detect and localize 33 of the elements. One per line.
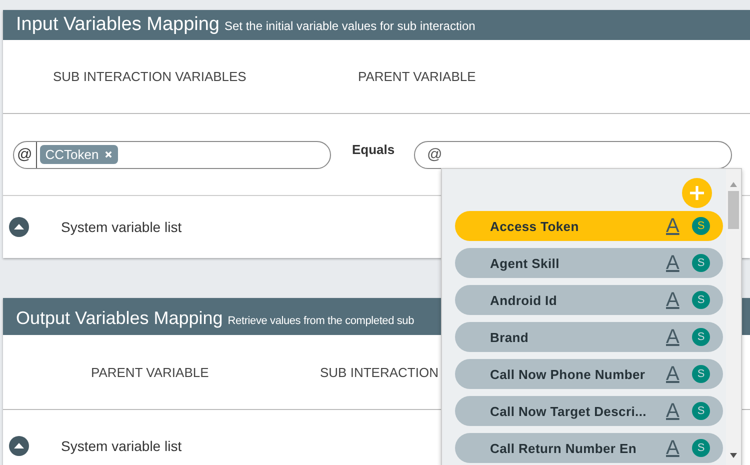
system-badge: S: [692, 328, 710, 346]
option-label: Agent Skill: [490, 256, 560, 270]
column-heading: SUB INTERACTION VARIABLES: [53, 69, 248, 84]
panel-subtitle: Set the initial variable values for sub interaction: [224, 18, 476, 35]
column-heading: PARENT VARIABLE: [358, 69, 476, 84]
at-prefix: @: [14, 142, 38, 168]
panel-title: Output Variables Mapping: [16, 307, 223, 330]
column-heading: PARENT VARIABLE: [91, 364, 210, 380]
option-label: Call Now Phone Number: [490, 366, 646, 382]
operator-label: Equals: [352, 142, 396, 157]
text-type-icon: A: [666, 214, 692, 238]
option-label: Brand: [490, 330, 530, 344]
tag-label: CCToken: [45, 147, 99, 162]
text-type-icon: A: [666, 288, 692, 312]
option-label: Android Id: [490, 292, 558, 308]
text-type-icon: A: [666, 252, 692, 274]
system-badge: S: [692, 217, 710, 235]
system-badge: S: [692, 254, 710, 272]
panel-title: Input Variables Mapping: [16, 13, 220, 37]
text-type-icon: A: [666, 326, 692, 348]
text-type-icon: A: [666, 400, 692, 422]
option-label: Call Now Target Descri...: [490, 404, 648, 418]
text-type-icon: A: [666, 436, 692, 460]
system-badge: S: [692, 402, 710, 420]
option-label: Call Return Number En: [490, 440, 638, 456]
column-heading: SUB INTERACTION: [320, 364, 438, 380]
system-badge: S: [692, 291, 710, 309]
system-badge: S: [692, 439, 710, 457]
panel-subtitle: Retrieve values from the completed sub: [228, 314, 414, 329]
text-type-icon: A: [666, 362, 692, 386]
system-badge: S: [692, 365, 710, 383]
at-prefix: @: [427, 146, 442, 163]
option-label: Access Token: [490, 218, 580, 234]
